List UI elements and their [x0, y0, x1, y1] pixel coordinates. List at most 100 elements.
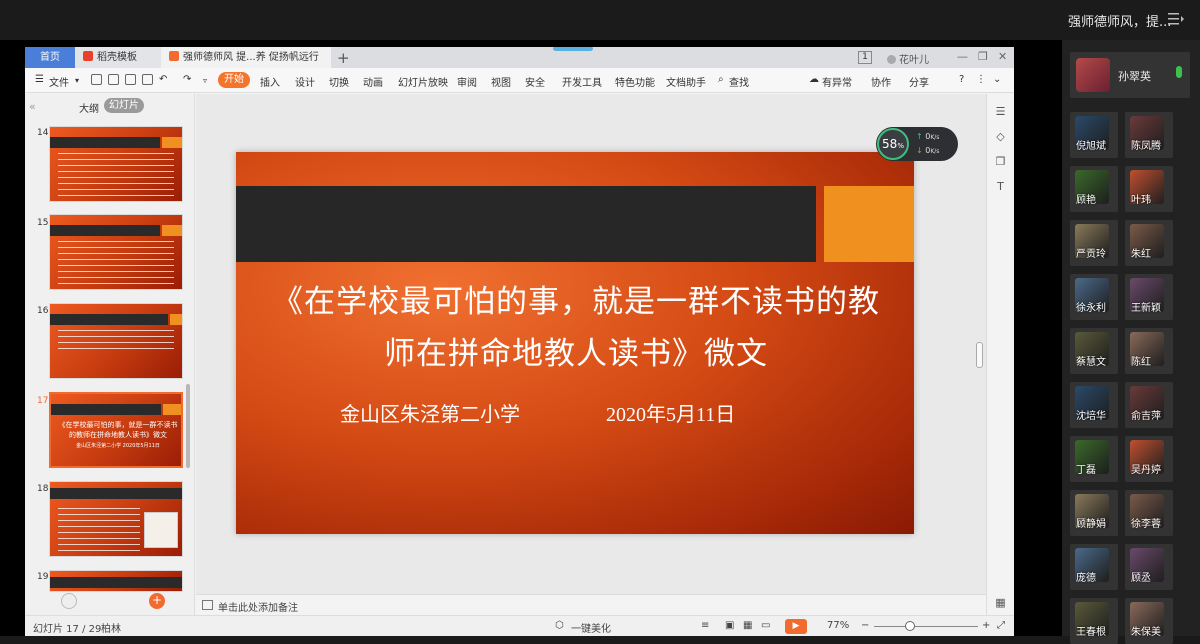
- menu-slideshow[interactable]: 幻灯片放映: [398, 74, 448, 89]
- participant-tile[interactable]: 陈凤腾: [1125, 112, 1173, 158]
- participant-tile[interactable]: 朱红: [1125, 220, 1173, 266]
- window-count-badge[interactable]: 1: [858, 51, 872, 64]
- more-icon[interactable]: ⋮: [976, 74, 986, 85]
- menu-animation[interactable]: 动画: [363, 74, 383, 89]
- share-button[interactable]: 分享: [909, 74, 929, 89]
- close-icon[interactable]: ✕: [998, 50, 1007, 63]
- preview-icon[interactable]: [142, 74, 153, 85]
- save-icon[interactable]: [91, 74, 102, 85]
- tab-home[interactable]: 首页: [25, 47, 75, 68]
- participant-tile[interactable]: 王春根: [1070, 598, 1118, 644]
- participant-tile[interactable]: 严贡玲: [1070, 220, 1118, 266]
- participant-tile[interactable]: 王新颖: [1125, 274, 1173, 320]
- collapse-ribbon-icon[interactable]: ⌄: [993, 74, 1001, 85]
- sorter-view-icon[interactable]: ▦: [743, 620, 752, 631]
- zoom-level[interactable]: 77%: [827, 620, 849, 631]
- participant-tile[interactable]: 丁磊: [1070, 436, 1118, 482]
- host-tile[interactable]: 孙翠英: [1070, 52, 1190, 98]
- participant-tile[interactable]: 倪旭斌: [1070, 112, 1118, 158]
- slide-thumbnail-16[interactable]: [49, 303, 183, 379]
- slide-thumbnail-14[interactable]: [49, 126, 183, 202]
- canvas-scrollbar[interactable]: [976, 342, 983, 368]
- menu-transition[interactable]: 切换: [329, 74, 349, 89]
- menu-security[interactable]: 安全: [525, 74, 545, 89]
- redo-icon[interactable]: ↷: [183, 74, 191, 85]
- play-slideshow-icon[interactable]: ▶: [785, 619, 807, 634]
- text-icon[interactable]: T: [994, 181, 1007, 193]
- participant-tile[interactable]: 俞吉萍: [1125, 382, 1173, 428]
- participant-tile[interactable]: 徐李蓉: [1125, 490, 1173, 536]
- participant-tile[interactable]: 吴丹婷: [1125, 436, 1173, 482]
- search-icon[interactable]: ⌕: [718, 74, 724, 85]
- menu-features[interactable]: 特色功能: [615, 74, 655, 89]
- participant-tile[interactable]: 沈培华: [1070, 382, 1118, 428]
- hamburger-menu-icon[interactable]: ☰: [35, 74, 44, 85]
- screen-share-handle[interactable]: [553, 47, 593, 51]
- participant-tile[interactable]: 庞德: [1070, 544, 1118, 590]
- zoom-slider-handle[interactable]: [905, 621, 915, 631]
- minimize-icon[interactable]: —: [957, 50, 968, 63]
- customize-chevron-icon[interactable]: ▿: [203, 76, 207, 85]
- participant-tile[interactable]: 叶玮: [1125, 166, 1173, 212]
- beautify-button[interactable]: 一键美化: [571, 620, 611, 635]
- slide-school[interactable]: 金山区朱泾第二小学: [340, 398, 520, 427]
- participant-tile[interactable]: 朱保美: [1125, 598, 1173, 644]
- play-icon[interactable]: [61, 593, 77, 609]
- add-icon[interactable]: +: [149, 593, 165, 609]
- notes-bar[interactable]: 单击此处添加备注: [196, 594, 986, 615]
- collapse-panel-icon[interactable]: «: [29, 100, 36, 113]
- notes-toggle-icon[interactable]: ≡: [701, 620, 709, 631]
- menu-start[interactable]: 开始: [218, 72, 250, 88]
- participant-tile[interactable]: 顾艳: [1070, 166, 1118, 212]
- slide-thumbnail-17-selected[interactable]: 《在学校最可怕的事，就是一群不读书的教师在拼命地教人读书》微文 金山区朱泾第二小…: [49, 392, 183, 468]
- restore-icon[interactable]: ❐: [978, 50, 988, 63]
- menu-file[interactable]: 文件: [49, 74, 69, 89]
- new-tab-icon[interactable]: +: [337, 49, 350, 67]
- network-speed-widget[interactable]: 58% ↑ 0K/s ↓ 0K/s: [876, 127, 958, 161]
- menu-insert[interactable]: 插入: [260, 74, 280, 89]
- menu-developer[interactable]: 开发工具: [562, 74, 602, 89]
- zoom-in-icon[interactable]: +: [982, 620, 990, 631]
- zoom-slider[interactable]: [874, 626, 978, 627]
- slide-thumbnail-15[interactable]: [49, 214, 183, 290]
- undo-icon[interactable]: ↶: [159, 74, 167, 85]
- beautify-icon[interactable]: ⬡: [555, 620, 564, 631]
- print-icon[interactable]: [125, 74, 136, 85]
- tab-templates[interactable]: 稻壳模板: [75, 47, 161, 68]
- tab-slides[interactable]: 幻灯片: [104, 98, 144, 113]
- collab-button[interactable]: 协作: [871, 74, 891, 89]
- changes-status[interactable]: 有异常: [822, 74, 852, 89]
- slide-title[interactable]: 《在学校最可怕的事，就是一群不读书的教师在拼命地教人读书》微文: [266, 276, 886, 380]
- list-menu-icon[interactable]: [1168, 12, 1184, 26]
- reading-view-icon[interactable]: ▭: [761, 620, 770, 631]
- grid-view-icon[interactable]: ▦: [994, 597, 1007, 609]
- slide-thumbnail-18[interactable]: [49, 481, 183, 557]
- participant-tile[interactable]: 蔡慧文: [1070, 328, 1118, 374]
- menu-search[interactable]: 查找: [729, 74, 749, 89]
- notes-placeholder[interactable]: 单击此处添加备注: [218, 599, 298, 614]
- adjust-icon[interactable]: ☰: [994, 106, 1007, 118]
- participant-tile[interactable]: 顾静娟: [1070, 490, 1118, 536]
- menu-review[interactable]: 审阅: [457, 74, 477, 89]
- zoom-out-icon[interactable]: −: [861, 620, 869, 631]
- participant-tile[interactable]: 顾丞: [1125, 544, 1173, 590]
- export-icon[interactable]: [108, 74, 119, 85]
- panel-scrollbar[interactable]: [186, 384, 190, 468]
- normal-view-icon[interactable]: ▣: [725, 620, 734, 631]
- layers-icon[interactable]: ❐: [994, 156, 1007, 168]
- participant-tile[interactable]: 徐永利: [1070, 274, 1118, 320]
- dropdown-chevron-icon[interactable]: ▾: [75, 76, 79, 85]
- tab-outline[interactable]: 大纲: [79, 100, 99, 115]
- fit-window-icon[interactable]: ⤢: [997, 620, 1005, 631]
- slide-thumbnail-19[interactable]: [49, 570, 183, 592]
- menu-assistant[interactable]: 文档助手: [666, 74, 706, 89]
- slide-date[interactable]: 2020年5月11日: [606, 398, 735, 427]
- menu-view[interactable]: 视图: [491, 74, 511, 89]
- current-slide[interactable]: 《在学校最可怕的事，就是一群不读书的教师在拼命地教人读书》微文 金山区朱泾第二小…: [236, 152, 914, 534]
- user-account[interactable]: 花叶儿: [887, 51, 929, 66]
- sync-icon[interactable]: ☁: [809, 74, 819, 85]
- help-icon[interactable]: ?: [959, 74, 964, 85]
- shape-icon[interactable]: ◇: [994, 131, 1007, 143]
- menu-design[interactable]: 设计: [295, 74, 315, 89]
- tab-document[interactable]: 强师德师风 提...养 促扬帆远行 ⚠ ●: [161, 47, 331, 84]
